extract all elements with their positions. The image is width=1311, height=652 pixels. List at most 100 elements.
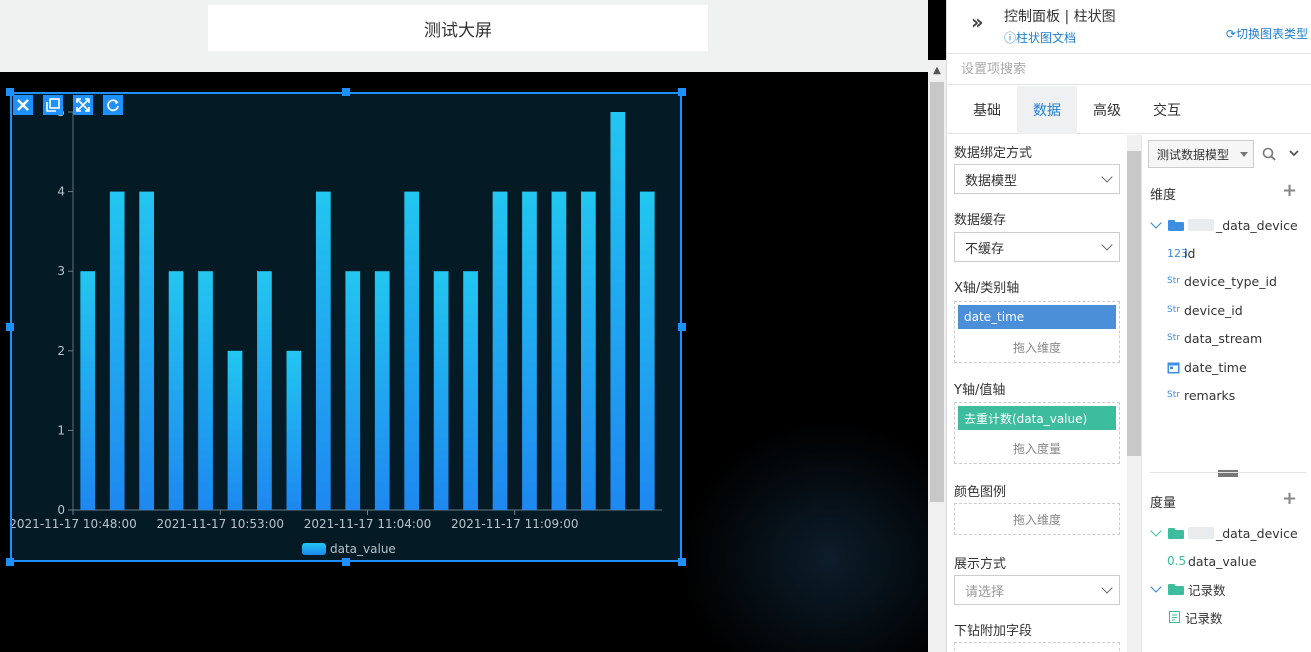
resize-handle-bl[interactable]: [6, 558, 14, 566]
tab-interaction[interactable]: 交互: [1137, 86, 1197, 134]
refresh-icon[interactable]: [103, 95, 123, 115]
chart-bar[interactable]: [463, 271, 478, 510]
drill-field-drop-zone[interactable]: [954, 642, 1120, 652]
settings-search-input[interactable]: [961, 62, 1291, 77]
switch-icon: ⟳: [1225, 27, 1236, 41]
chart-bar[interactable]: [286, 350, 302, 510]
resize-handle-bc[interactable]: [342, 558, 350, 566]
x-tick-label: 2021-11-17 11:09:00: [451, 517, 578, 531]
field-name: device_type_id: [1184, 273, 1277, 289]
close-icon[interactable]: [13, 95, 33, 115]
chart-bar[interactable]: [610, 112, 626, 510]
chart-bar[interactable]: [80, 271, 96, 510]
panel-tabs: 基础 数据 高级 交互: [947, 86, 1311, 134]
field-item[interactable]: Str device_id: [1167, 300, 1243, 320]
dimension-table-node[interactable]: _data_device: [1150, 215, 1298, 235]
field-name: id: [1184, 245, 1196, 261]
canvas-scrollbar[interactable]: ▲: [928, 60, 946, 652]
panel-header: ›› 控制面板 | 柱状图 ⓘ柱状图文档 ⟳切换图表类型: [947, 0, 1311, 54]
chart-doc-link[interactable]: ⓘ柱状图文档: [1004, 29, 1076, 46]
tab-basic[interactable]: 基础: [957, 86, 1017, 134]
tab-data[interactable]: 数据: [1017, 86, 1077, 134]
y-axis-field-chip[interactable]: 去重计数(data_value): [958, 406, 1116, 430]
chevron-down-icon: [1101, 239, 1113, 251]
binding-mode-value: 数据模型: [965, 173, 1018, 189]
field-name: date_time: [1184, 359, 1247, 375]
data-cache-select[interactable]: 不缓存: [954, 232, 1120, 262]
record-count-icon: [1169, 611, 1180, 623]
record-count-folder[interactable]: 记录数: [1150, 579, 1226, 599]
field-item[interactable]: Str remarks: [1167, 385, 1235, 405]
resize-handle-tc[interactable]: [342, 88, 350, 96]
y-tick-label: 4: [57, 185, 65, 199]
chart-bar[interactable]: [109, 191, 125, 510]
scroll-up-icon[interactable]: ▲: [928, 60, 946, 80]
field-name: device_id: [1184, 302, 1243, 318]
chart-bar[interactable]: [345, 271, 361, 510]
display-mode-select[interactable]: 请选择: [954, 575, 1120, 605]
resize-handle-tl[interactable]: [6, 88, 14, 96]
resize-handle-tr[interactable]: [678, 88, 686, 96]
binding-mode-select[interactable]: 数据模型: [954, 164, 1120, 194]
x-tick-label: 2021-11-17 11:04:00: [304, 517, 431, 531]
x-axis-field-chip[interactable]: date_time: [958, 305, 1116, 329]
resize-handle-mr[interactable]: [678, 323, 686, 331]
collapse-panel-icon[interactable]: ››: [971, 10, 984, 34]
bar-chart-widget[interactable]: 012345 2021-11-17 10:48:002021-11-17 10:…: [10, 92, 682, 562]
field-item[interactable]: Str device_type_id: [1167, 271, 1277, 291]
chart-bar[interactable]: [522, 191, 537, 510]
widget-toolbar: [12, 94, 123, 115]
chart-bar[interactable]: [168, 271, 184, 510]
data-model-select[interactable]: 测试数据模型: [1148, 140, 1254, 168]
chart-bar[interactable]: [551, 191, 567, 510]
chart-bar[interactable]: [404, 191, 420, 510]
y-axis-drop-zone[interactable]: 去重计数(data_value) 拖入度量: [954, 402, 1120, 464]
copy-icon[interactable]: [43, 95, 63, 115]
fields-column: 测试数据模型 维度 + _data_device 123 id Str devi…: [1141, 135, 1311, 652]
field-item[interactable]: date_time: [1167, 357, 1247, 377]
screen-title[interactable]: 测试大屏: [208, 5, 708, 51]
x-axis-drop-zone[interactable]: date_time 拖入维度: [954, 301, 1120, 363]
bar-chart: 012345 2021-11-17 10:48:002021-11-17 10:…: [12, 105, 662, 531]
chart-bar[interactable]: [315, 191, 331, 510]
settings-scroll-thumb[interactable]: [1127, 151, 1141, 456]
chart-bar[interactable]: [374, 271, 390, 510]
canvas-scroll-thumb[interactable]: [930, 82, 944, 502]
settings-scrollbar[interactable]: [1127, 135, 1141, 652]
measure-field-item[interactable]: 0.5 data_value: [1167, 551, 1257, 571]
fullscreen-icon[interactable]: [73, 95, 93, 115]
add-measure-icon[interactable]: +: [1282, 488, 1297, 509]
record-count-field[interactable]: 记录数: [1169, 607, 1223, 627]
field-item[interactable]: 123 id: [1167, 243, 1195, 263]
chart-bar[interactable]: [198, 271, 213, 510]
chart-bar[interactable]: [492, 191, 508, 510]
x-axis-drop-hint: 拖入维度: [1012, 340, 1061, 355]
chart-legend[interactable]: data_value: [302, 542, 396, 556]
chart-bar[interactable]: [433, 271, 449, 510]
measure-table-node[interactable]: _data_device: [1150, 523, 1298, 543]
resize-handle-ml[interactable]: [6, 323, 14, 331]
chart-bar[interactable]: [139, 191, 154, 510]
field-name: data_stream: [1184, 330, 1263, 346]
y-axis-drop-hint: 拖入度量: [1012, 441, 1061, 456]
field-item[interactable]: Str data_stream: [1167, 328, 1262, 348]
chevron-down-icon[interactable]: [1288, 147, 1300, 159]
canvas-header: 测试大屏: [0, 0, 928, 72]
measure-table-name: _data_device: [1216, 525, 1298, 541]
string-type-icon: Str: [1167, 390, 1180, 400]
chart-bar[interactable]: [227, 350, 243, 510]
chart-bar[interactable]: [257, 271, 272, 510]
resize-handle-br[interactable]: [678, 558, 686, 566]
panel-splitter[interactable]: [1150, 467, 1306, 479]
control-panel: ›› 控制面板 | 柱状图 ⓘ柱状图文档 ⟳切换图表类型 基础 数据 高级 交互…: [946, 0, 1311, 652]
switch-chart-type-link[interactable]: ⟳切换图表类型: [1226, 25, 1308, 42]
tab-advanced[interactable]: 高级: [1077, 86, 1137, 134]
calendar-icon: [1167, 362, 1180, 373]
x-axis-label: X轴/类别轴: [954, 281, 1020, 296]
redacted-mask: [1188, 527, 1214, 539]
search-icon[interactable]: [1262, 147, 1276, 161]
chart-bar[interactable]: [639, 191, 655, 510]
color-legend-drop-zone[interactable]: 拖入维度: [954, 503, 1120, 535]
chart-bar[interactable]: [581, 191, 596, 510]
add-dimension-icon[interactable]: +: [1282, 180, 1297, 201]
